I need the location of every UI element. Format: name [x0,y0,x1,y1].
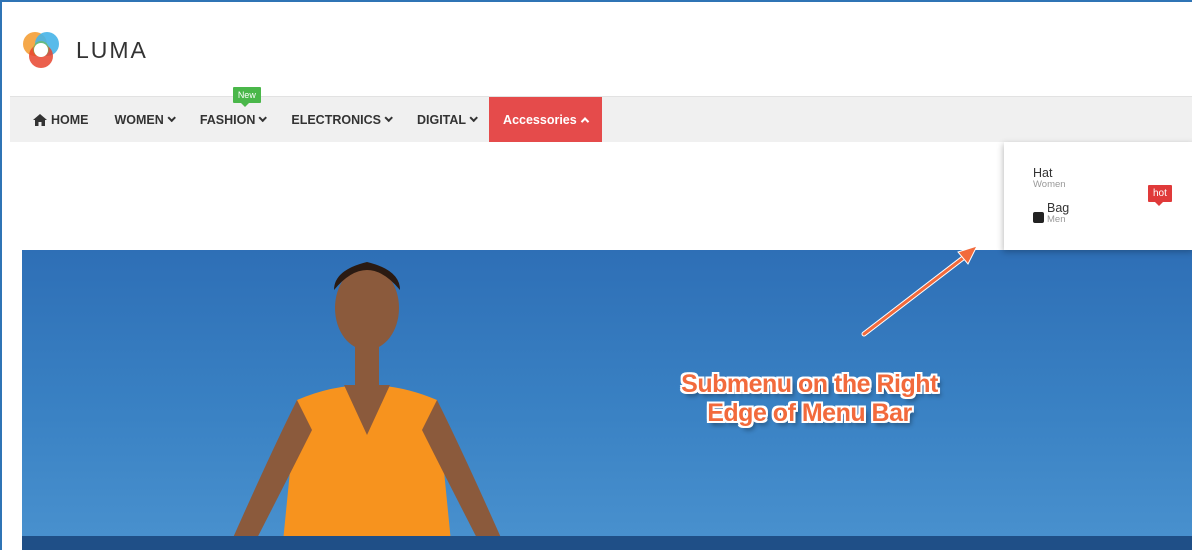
submenu-item-title: Hat [1033,166,1053,180]
menu-item-fashion[interactable]: New FASHION [187,87,279,142]
menu-item-label: HOME [51,112,89,127]
menu-item-accessories[interactable]: Accessories [489,97,602,142]
submenu-item-subtitle: Men [1047,214,1066,225]
chevron-down-icon [258,113,268,122]
annotation-line-1: Submenu on the Right [681,370,938,398]
main-menu: HOME WOMEN New FASHION ELECTRONICS DIGIT… [10,87,1192,142]
sea-horizon [22,536,1192,550]
menu-item-home[interactable]: HOME [20,97,102,142]
main-menu-bar: HOME WOMEN New FASHION ELECTRONICS DIGIT… [10,87,1192,142]
annotation-callout: Submenu on the Right Edge of Menu Bar [632,370,987,428]
chevron-down-icon [384,113,393,122]
logo-text: LUMA [76,36,148,63]
user-icon [1033,212,1044,223]
menu-item-label: FASHION [199,112,256,127]
menu-item-digital[interactable]: DIGITAL [404,97,489,142]
submenu-item-title: Bag [1047,201,1070,215]
hero-image [232,262,502,550]
site-logo[interactable]: LUMA [20,28,148,72]
menu-item-label: DIGITAL [416,112,467,127]
menu-item-label: Accessories [503,112,577,127]
menu-item-electronics[interactable]: ELECTRONICS [278,97,404,142]
hot-badge: hot [1148,185,1172,206]
hero-banner [22,250,1192,550]
home-icon [33,113,47,126]
accessories-submenu: Hat Women Bag Men hot [1004,142,1192,250]
annotation-line-2: Edge of Menu Bar [707,399,912,427]
submenu-item-hat[interactable]: Hat Women [1033,166,1066,190]
chevron-down-icon [469,113,478,122]
new-badge: New [232,87,261,107]
chevron-up-icon [580,116,589,126]
submenu-item-bag[interactable]: Bag Men [1047,201,1069,225]
submenu-item-subtitle: Women [1033,179,1066,190]
chevron-down-icon [167,113,176,122]
menu-item-label: ELECTRONICS [291,112,381,127]
luma-logo-icon [23,32,59,68]
menu-item-women[interactable]: WOMEN [102,97,187,142]
menu-item-label: WOMEN [114,112,164,127]
screenshot-frame: LUMA HOME WOMEN New FASHION ELECTRONICS [0,0,1192,550]
